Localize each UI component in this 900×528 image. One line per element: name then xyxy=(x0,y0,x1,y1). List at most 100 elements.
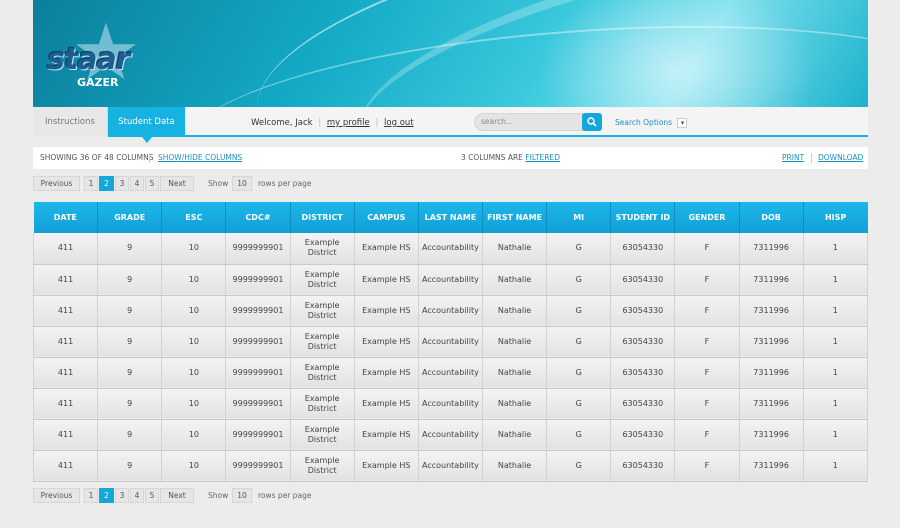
table-cell: 9 xyxy=(97,357,163,389)
column-header[interactable]: CDC# xyxy=(225,202,291,233)
page-button-4[interactable]: 4 xyxy=(130,487,144,503)
table-cell: 7311996 xyxy=(739,295,804,327)
column-header[interactable]: DOB xyxy=(739,202,804,233)
log-out-link[interactable]: log out xyxy=(384,118,414,128)
page-button-1[interactable]: 1 xyxy=(84,176,98,191)
table-cell: Example District xyxy=(290,388,355,420)
page-button-1[interactable]: 1 xyxy=(84,487,98,503)
table-cell: 411 xyxy=(32,357,99,389)
table-cell: 9999999901 xyxy=(225,419,291,451)
column-header[interactable]: GRADE xyxy=(97,202,163,233)
table-header-row: DATE GRADE ESC CDC# DISTRICT CAMPUS LAST NAME F… xyxy=(33,202,868,233)
search-button[interactable] xyxy=(582,113,602,131)
table-info-bar: Showing 36 of 48 columns Show/Hide Colum… xyxy=(33,147,868,169)
table-cell: Nathalie xyxy=(482,419,548,451)
table-cell: 411 xyxy=(32,419,99,451)
table-cell: F xyxy=(674,264,740,296)
table-cell: 411 xyxy=(32,233,99,265)
my-profile-link[interactable]: my profile xyxy=(327,118,370,128)
app-container: ★ staar GAZER Instructions Student Data … xyxy=(32,0,869,504)
logo-subtext: GAZER xyxy=(77,76,119,89)
table-cell: F xyxy=(674,388,740,420)
table-cell: 9999999901 xyxy=(225,326,291,358)
table-cell: F xyxy=(674,450,740,482)
show-label: Show xyxy=(208,179,229,188)
welcome-text: Welcome, Jack xyxy=(251,118,313,128)
column-header[interactable]: FIRST NAME xyxy=(482,202,548,233)
column-header[interactable]: GENDER xyxy=(674,202,740,233)
filtered-link[interactable]: filtered xyxy=(525,153,560,162)
column-header[interactable]: CAMPUS xyxy=(354,202,419,233)
table-row[interactable]: 411 9 10 9999999901 Example District Example … xyxy=(32,233,869,265)
table-cell: 411 xyxy=(32,450,99,482)
page-button-3[interactable]: 3 xyxy=(115,487,129,503)
table-cell: Example HS xyxy=(354,295,419,327)
table-cell: 63054330 xyxy=(610,295,676,327)
next-button[interactable]: Next xyxy=(160,176,194,191)
table-cell: G xyxy=(546,388,612,420)
table-cell: Nathalie xyxy=(482,357,548,389)
search-options-label: Search Options xyxy=(615,118,673,127)
table-body: 411 9 10 9999999901 Example District Example … xyxy=(32,233,869,482)
column-header[interactable]: DISTRICT xyxy=(290,202,355,233)
table-cell: 63054330 xyxy=(610,450,676,482)
table-cell: 63054330 xyxy=(610,264,676,296)
search-options[interactable]: Search Options ▾ xyxy=(615,107,688,137)
table-row[interactable]: 411 9 10 9999999901 Example District Example … xyxy=(32,264,869,296)
page-button-5[interactable]: 5 xyxy=(145,487,159,503)
column-header[interactable]: LAST NAME xyxy=(418,202,483,233)
table-cell: 411 xyxy=(32,388,99,420)
table-row[interactable]: 411 9 10 9999999901 Example District Example … xyxy=(32,295,869,327)
table-row[interactable]: 411 9 10 9999999901 Example District Example … xyxy=(32,326,869,358)
filtered-prefix: 3 columns are xyxy=(461,153,523,162)
page-button-2[interactable]: 2 xyxy=(99,487,114,503)
table-row[interactable]: 411 9 10 9999999901 Example District Example … xyxy=(32,419,869,451)
table-cell: 10 xyxy=(161,295,227,327)
page-button-4[interactable]: 4 xyxy=(130,176,144,191)
table-cell: G xyxy=(546,264,612,296)
column-count-text: Showing 36 of 48 columns xyxy=(40,153,154,162)
search-input[interactable]: search... xyxy=(474,113,584,131)
previous-button[interactable]: Previous xyxy=(33,487,80,503)
column-header[interactable]: ESC xyxy=(161,202,227,233)
table-cell: F xyxy=(674,419,740,451)
column-header[interactable]: MI xyxy=(546,202,612,233)
table-cell: Example District xyxy=(290,295,355,327)
rows-per-page-select[interactable]: 10 xyxy=(232,176,252,191)
table-cell: 1 xyxy=(803,357,869,389)
column-header[interactable]: DATE xyxy=(33,202,99,233)
download-link[interactable]: Download xyxy=(818,147,863,169)
print-link[interactable]: Print xyxy=(782,147,804,169)
table-cell: 9999999901 xyxy=(225,233,291,265)
divider xyxy=(149,153,150,163)
table-cell: 10 xyxy=(161,388,227,420)
next-button[interactable]: Next xyxy=(160,487,194,503)
column-header[interactable]: STUDENT ID xyxy=(610,202,676,233)
page-button-3[interactable]: 3 xyxy=(115,176,129,191)
table-cell: Accountability xyxy=(418,388,483,420)
previous-button[interactable]: Previous xyxy=(33,176,80,191)
table-cell: Accountability xyxy=(418,264,483,296)
table-row[interactable]: 411 9 10 9999999901 Example District Example … xyxy=(32,388,869,420)
table-cell: G xyxy=(546,419,612,451)
table-row[interactable]: 411 9 10 9999999901 Example District Example … xyxy=(32,357,869,389)
column-header[interactable]: HISP xyxy=(803,202,868,233)
table-cell: 63054330 xyxy=(610,419,676,451)
table-cell: 9999999901 xyxy=(225,450,291,482)
tab-student-data[interactable]: Student Data xyxy=(108,107,185,143)
table-row[interactable]: 411 9 10 9999999901 Example District Example … xyxy=(32,450,869,482)
table-cell: 63054330 xyxy=(610,388,676,420)
show-hide-columns-link[interactable]: Show/Hide Columns xyxy=(158,147,242,169)
tab-instructions[interactable]: Instructions xyxy=(33,107,108,137)
page-button-2[interactable]: 2 xyxy=(99,176,114,191)
pagination-bottom: Previous 1 2 3 4 5 Next Show 10 rows per… xyxy=(33,487,868,504)
table-cell: 9 xyxy=(97,450,163,482)
table-cell: Nathalie xyxy=(482,450,548,482)
table-cell: 9999999901 xyxy=(225,357,291,389)
chevron-down-icon[interactable]: ▾ xyxy=(677,118,688,128)
student-data-table: DATE GRADE ESC CDC# DISTRICT CAMPUS LAST NAME F… xyxy=(32,202,869,482)
table-cell: F xyxy=(674,233,740,265)
page-button-5[interactable]: 5 xyxy=(145,176,159,191)
table-cell: 411 xyxy=(32,326,99,358)
rows-per-page-select[interactable]: 10 xyxy=(232,487,252,503)
